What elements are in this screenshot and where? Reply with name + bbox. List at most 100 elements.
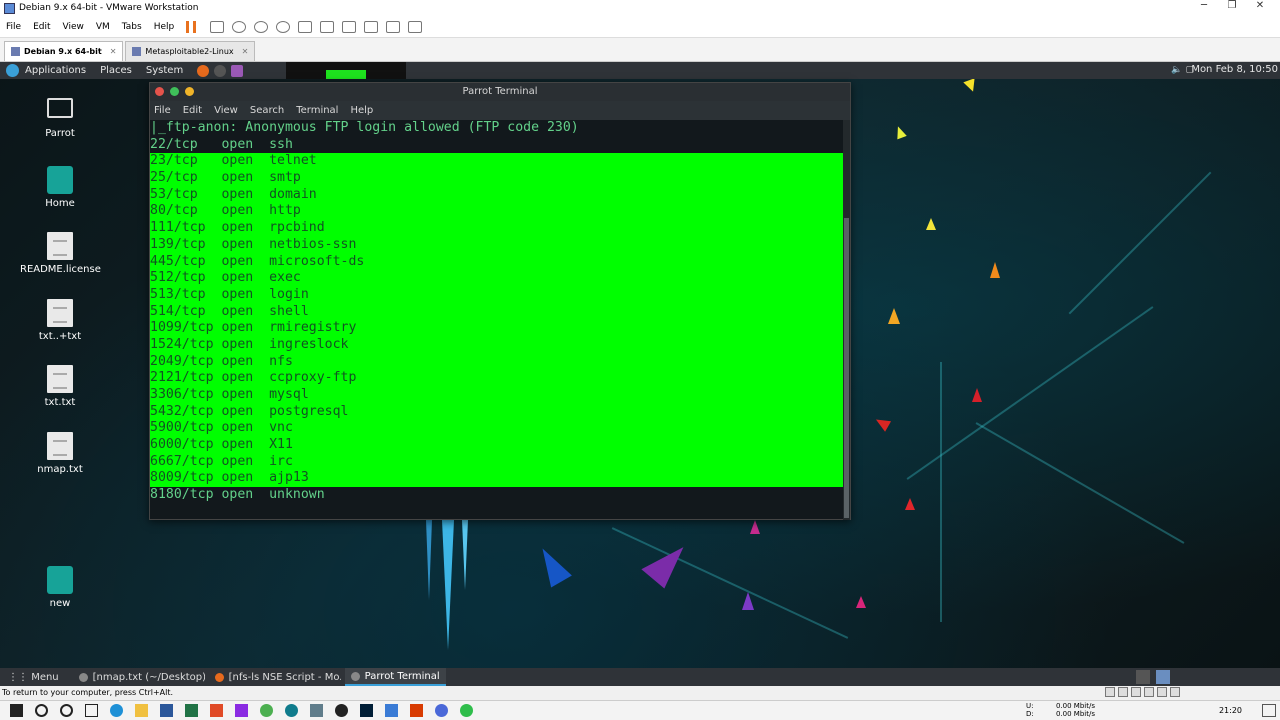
revert-snapshot-icon[interactable] <box>254 20 269 33</box>
terminal-scrollbar[interactable] <box>843 120 850 520</box>
photoshop-icon[interactable] <box>360 704 373 717</box>
terminal-minimize-icon[interactable] <box>170 87 179 96</box>
tab-close-icon[interactable]: ✕ <box>242 47 249 56</box>
wallpaper-shard <box>893 124 907 140</box>
cortana-icon[interactable] <box>60 704 73 717</box>
notification-icon[interactable] <box>1262 704 1276 717</box>
terminal-output[interactable]: |_ftp-anon: Anonymous FTP login allowed … <box>150 120 844 520</box>
terminal-menu-terminal[interactable]: Terminal <box>296 105 338 116</box>
menu-edit[interactable]: Edit <box>33 22 50 32</box>
minimize-button[interactable]: ─ <box>1190 0 1218 11</box>
panel-system[interactable]: System <box>146 65 183 76</box>
tab-close-icon[interactable]: ✕ <box>110 47 117 56</box>
usb-device-icon[interactable] <box>1144 687 1154 697</box>
computer-icon <box>47 98 73 118</box>
task-terminal[interactable]: Parrot Terminal <box>344 668 446 686</box>
desktop-icon-txt[interactable]: txt.txt <box>20 365 100 408</box>
active-workspace[interactable] <box>326 70 366 79</box>
terminal-menu-view[interactable]: View <box>214 105 238 116</box>
network-device-icon[interactable] <box>1131 687 1141 697</box>
terminal-window[interactable]: Parrot Terminal File Edit View Search Te… <box>149 82 851 520</box>
terminal-titlebar[interactable]: Parrot Terminal <box>150 83 850 101</box>
panel-applications[interactable]: Applications <box>25 65 86 76</box>
firefox-icon[interactable] <box>197 64 210 77</box>
console-view-icon[interactable] <box>386 20 401 33</box>
maximize-button[interactable]: ❐ <box>1218 0 1246 11</box>
snapshot-manager-icon[interactable] <box>276 20 291 33</box>
pause-icon[interactable] <box>186 20 197 33</box>
guest-menu-label: Menu <box>31 671 59 683</box>
menu-file[interactable]: File <box>6 22 21 32</box>
terminal-menu-search[interactable]: Search <box>250 105 284 116</box>
sound-device-icon[interactable] <box>1157 687 1167 697</box>
terminal-close-icon[interactable] <box>155 87 164 96</box>
task-view-icon[interactable] <box>85 704 98 717</box>
wallpaper-line <box>940 362 942 622</box>
app-icon[interactable] <box>385 704 398 717</box>
terminal-icon <box>350 671 360 681</box>
brave-icon[interactable] <box>210 704 223 717</box>
task-browser[interactable]: [nfs-ls NSE Script - Mo... <box>209 668 341 686</box>
parrot-logo-icon[interactable] <box>6 64 19 77</box>
tab-debian[interactable]: Debian 9.x 64-bit ✕ <box>4 41 124 61</box>
app-icon[interactable] <box>460 704 473 717</box>
workspace-switcher[interactable] <box>286 62 406 79</box>
windows-start-icon[interactable] <box>10 704 23 717</box>
panel-places[interactable]: Places <box>100 65 132 76</box>
menu-vm[interactable]: VM <box>96 22 110 32</box>
scrollbar-thumb[interactable] <box>844 218 849 518</box>
terminal-line: 514/tcp open shell <box>150 303 844 321</box>
network-icon[interactable] <box>1156 670 1170 684</box>
desktop-icon-home[interactable]: Home <box>20 166 100 209</box>
display-device-icon[interactable] <box>1170 687 1180 697</box>
task-label: [nmap.txt (~/Desktop) - ... <box>92 671 205 683</box>
terminal-maximize-icon[interactable] <box>185 87 194 96</box>
search-icon[interactable] <box>35 704 48 717</box>
text-file-icon <box>47 432 73 460</box>
obs-icon[interactable] <box>335 704 348 717</box>
menu-tabs[interactable]: Tabs <box>122 22 142 32</box>
guest-menu-button[interactable]: ⋮⋮ Menu <box>8 672 59 683</box>
snapshot-icon[interactable] <box>232 20 247 33</box>
vmware-icon[interactable] <box>310 704 323 717</box>
hdd-device-icon[interactable] <box>1105 687 1115 697</box>
terminal-menu-file[interactable]: File <box>154 105 171 116</box>
edge-icon[interactable] <box>110 704 123 717</box>
desktop-icon-parrot[interactable]: Parrot <box>20 98 100 139</box>
app-icon[interactable] <box>235 704 248 717</box>
panel-clock[interactable]: Mon Feb 8, 10:50 <box>1191 64 1278 75</box>
stretch-guest-icon[interactable] <box>408 20 423 33</box>
guest-desktop[interactable]: Applications Places System 🔈 ▢ Mon Feb 8… <box>0 62 1280 670</box>
app-icon[interactable] <box>435 704 448 717</box>
desktop-icon-readme[interactable]: README.license <box>20 232 101 275</box>
thumbnail-bar-icon[interactable] <box>320 20 335 33</box>
menu-view[interactable]: View <box>63 22 84 32</box>
download-value: 0.00 Mbit/s <box>1056 710 1095 718</box>
fullscreen-icon[interactable] <box>342 20 357 33</box>
office-icon[interactable] <box>410 704 423 717</box>
desktop-icon-new[interactable]: new <box>20 566 100 609</box>
desktop-icon-nmap[interactable]: nmap.txt <box>20 432 100 475</box>
edge-dev-icon[interactable] <box>285 704 298 717</box>
wallpaper-line <box>1068 171 1212 315</box>
task-nmap-editor[interactable]: [nmap.txt (~/Desktop) - ... <box>73 668 205 686</box>
editor-launcher-icon[interactable] <box>231 64 244 77</box>
terminal-menu-edit[interactable]: Edit <box>183 105 202 116</box>
terminal-menu-help[interactable]: Help <box>350 105 373 116</box>
workspace-icon[interactable] <box>1136 670 1150 684</box>
tab-metasploitable[interactable]: Metasploitable2-Linux ✕ <box>125 41 256 61</box>
word-icon[interactable] <box>160 704 173 717</box>
unity-icon[interactable] <box>364 20 379 33</box>
send-ctrl-alt-del-icon[interactable] <box>210 20 225 33</box>
close-button[interactable]: ✕ <box>1246 0 1274 11</box>
desktop-icon-txt-plus[interactable]: txt..+txt <box>20 299 100 342</box>
library-icon[interactable] <box>298 20 313 33</box>
terminal-launcher-icon[interactable] <box>214 64 227 77</box>
terminal-line: 445/tcp open microsoft-ds <box>150 253 844 271</box>
file-explorer-icon[interactable] <box>135 704 148 717</box>
system-clock[interactable]: 21:20 <box>1219 706 1242 715</box>
chrome-icon[interactable] <box>260 704 273 717</box>
cdrom-device-icon[interactable] <box>1118 687 1128 697</box>
excel-icon[interactable] <box>185 704 198 717</box>
menu-help[interactable]: Help <box>154 22 175 32</box>
